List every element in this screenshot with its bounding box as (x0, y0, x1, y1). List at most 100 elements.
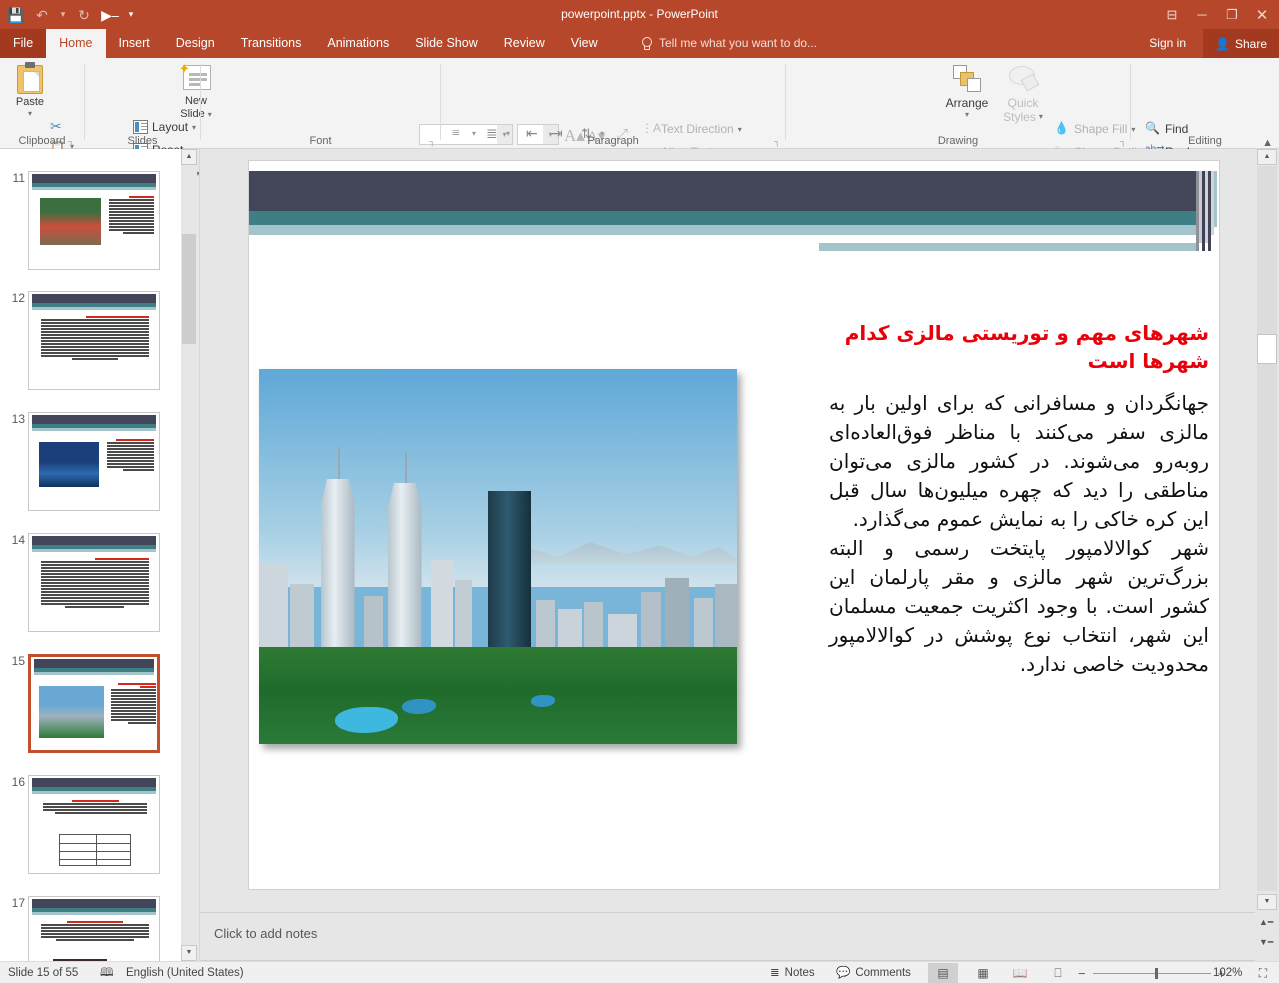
thumbnail-number: 17 (11, 896, 25, 910)
comments-label: Comments (855, 967, 911, 979)
slide-counter[interactable]: Slide 15 of 55 (8, 962, 78, 983)
thumbnail-slide[interactable] (28, 171, 160, 270)
spell-check-icon[interactable]: 🕮 (100, 962, 114, 983)
tab-review[interactable]: Review (491, 29, 558, 58)
thumbnail-text-block (111, 683, 156, 725)
zoom-track[interactable] (1092, 967, 1211, 979)
tab-transitions[interactable]: Transitions (228, 29, 315, 58)
sign-in-button[interactable]: Sign in (1149, 29, 1186, 58)
tell-me-search[interactable]: Tell me what you want to do... (640, 29, 817, 58)
thumbnail-number: 11 (12, 171, 25, 185)
slide-sorter-icon[interactable]: ▦ (968, 963, 998, 983)
drawing-dialog-launcher-icon[interactable]: ┐ (1120, 136, 1126, 146)
notes-placeholder[interactable]: Click to add notes (214, 926, 317, 941)
thumbnail-image (39, 442, 99, 487)
ribbon: Paste ▾ ✂ 📋 ▾ 🖌 Clipboard ┐ ✦ New Slide … (0, 58, 1279, 182)
thumbnail-slide[interactable] (28, 291, 160, 390)
thumbnail-slide-selected[interactable] (28, 654, 160, 753)
find-label: Find (1165, 122, 1189, 136)
title-bar: 💾 ↶ ▾ ↻ ▶⎯ ▾ powerpoint.pptx - PowerPoin… (0, 0, 1279, 29)
paste-label: Paste (15, 96, 45, 108)
slide-scroll-up-icon[interactable]: ▲ (1257, 149, 1277, 165)
tab-animations[interactable]: Animations (314, 29, 402, 58)
minimize-icon[interactable]: ─ (1187, 0, 1217, 29)
tab-file[interactable]: File (0, 29, 47, 58)
font-dialog-launcher-icon[interactable]: ┐ (429, 136, 435, 146)
ribbon-tabs: File Home Insert Design Transitions Anim… (0, 29, 611, 58)
quick-styles-button[interactable]: Quick Styles ▾ (997, 63, 1049, 124)
cut-icon[interactable]: ✂ (50, 118, 62, 135)
tab-insert[interactable]: Insert (106, 29, 163, 58)
group-label-drawing: Drawing (937, 135, 979, 147)
clipboard-dialog-launcher-icon[interactable]: ┐ (68, 136, 74, 146)
next-slide-icon[interactable]: ▼━ (1259, 937, 1273, 948)
ribbon-group-editing: 🔍 Find ab⇄ Replace ▾ ➶ Select ▾ Editing … (1131, 58, 1279, 182)
slideshow-icon[interactable]: ⎕ (1043, 963, 1073, 983)
status-bar: Slide 15 of 55 🕮 English (United States)… (0, 961, 1279, 983)
zoom-handle[interactable] (1154, 967, 1158, 979)
text-direction-dropdown-icon[interactable]: ▾ (738, 125, 742, 134)
thumbnail-slide[interactable] (28, 896, 160, 961)
slide-thumbnail-pane[interactable]: 11 12 13 14 15 16 17 (0, 149, 181, 961)
group-label-font: Font (309, 135, 332, 147)
shape-fill-label: Shape Fill (1074, 122, 1128, 136)
reading-view-icon[interactable]: 📖 (1005, 963, 1035, 983)
arrange-button[interactable]: Arrange ▾ (938, 63, 996, 119)
slide-editing-area[interactable]: شهرهای مهم و توریستی مالزی کدام شهرها اس… (200, 149, 1255, 909)
restore-icon[interactable]: ❐ (1217, 0, 1247, 29)
ribbon-tab-row: File Home Insert Design Transitions Anim… (0, 29, 1279, 58)
slide-scroll-down-icon[interactable]: ▼ (1257, 894, 1277, 910)
layout-button[interactable]: Layout ▾ (133, 120, 196, 134)
slide-picture[interactable] (259, 369, 737, 744)
thumbnail-text-block (107, 439, 154, 472)
share-button[interactable]: 👤 Share (1203, 29, 1279, 58)
thumbnail-image (39, 686, 104, 738)
thumbnail-pane-scrollbar[interactable]: ▲ ▼ (181, 149, 197, 961)
tab-design[interactable]: Design (163, 29, 228, 58)
slide-title[interactable]: شهرهای مهم و توریستی مالزی کدام شهرها اس… (829, 319, 1209, 375)
thumbnail-text-block (43, 800, 147, 815)
zoom-level-label[interactable]: 102% (1213, 962, 1242, 983)
tab-slide-show[interactable]: Slide Show (402, 29, 491, 58)
ribbon-group-drawing: ▢ ╱ ↘ ▭ ○ ▢ △ ⌞ ⌟ ⇒ ⇓ ◫ ∾ ⌒ ∿ { } ☆ ▲ ▼ … (786, 58, 1158, 182)
thumbnail-table (59, 834, 131, 866)
paragraph-dialog-launcher-icon[interactable]: ┐ (774, 136, 780, 146)
slide-area-scrollbar[interactable]: ▲ ▼ ▲━ ▼━ (1255, 149, 1279, 961)
thumbnail-text-block (109, 196, 154, 235)
notes-label: Notes (784, 967, 815, 979)
zoom-out-icon[interactable]: − (1078, 966, 1086, 981)
language-indicator[interactable]: English (United States) (126, 962, 244, 983)
thumbnail-scrollbar-thumb[interactable] (182, 234, 196, 344)
thumbnail-slide[interactable] (28, 412, 160, 511)
thumbnail-image (40, 198, 101, 245)
thumbnail-slide[interactable] (28, 775, 160, 874)
paste-dropdown-icon[interactable]: ▾ (8, 109, 52, 118)
current-slide[interactable]: شهرهای مهم و توریستی مالزی کدام شهرها اس… (249, 161, 1219, 889)
zoom-slider[interactable]: − + (1078, 962, 1225, 983)
notes-pane[interactable]: Click to add notes (200, 912, 1255, 961)
layout-dropdown-icon[interactable]: ▾ (192, 123, 196, 132)
share-person-icon: 👤 (1215, 36, 1230, 51)
paste-button[interactable]: Paste ▾ (8, 62, 52, 118)
thumbnail-number: 15 (11, 654, 25, 668)
slide-body-text[interactable]: جهانگردان و مسافرانی که برای اولین بار ب… (829, 389, 1209, 679)
thumbnail-scroll-up-icon[interactable]: ▲ (181, 149, 197, 165)
comments-button[interactable]: 💬 Comments (836, 962, 911, 983)
tab-view[interactable]: View (558, 29, 611, 58)
normal-view-icon[interactable]: ▤ (928, 963, 958, 983)
arrange-dropdown-icon[interactable]: ▾ (938, 110, 996, 119)
ribbon-group-font: ▾ ▾ A▴ A▾ ⤢ B I U S abc AV ▾ Aa ▾ A ▾ Fo… (201, 58, 630, 173)
tab-home[interactable]: Home (46, 29, 106, 58)
quick-styles-dropdown-icon[interactable]: ▾ (1039, 110, 1043, 124)
thumbnail-scroll-down-icon[interactable]: ▼ (181, 945, 197, 961)
previous-slide-icon[interactable]: ▲━ (1259, 917, 1273, 928)
ribbon-display-options-icon[interactable]: ⊟ (1157, 0, 1187, 29)
collapse-ribbon-icon[interactable]: ▲ (1262, 137, 1273, 149)
close-icon[interactable]: ✕ (1247, 0, 1277, 29)
fit-to-window-icon[interactable]: ⛶ (1248, 963, 1278, 983)
slide-paragraph-1: جهانگردان و مسافرانی که برای اولین بار ب… (829, 391, 1209, 531)
window-controls: ⊟ ─ ❐ ✕ (1157, 0, 1277, 29)
slide-scrollbar-thumb[interactable] (1257, 334, 1277, 364)
thumbnail-slide[interactable] (28, 533, 160, 632)
notes-button[interactable]: ≣ Notes (770, 962, 815, 983)
